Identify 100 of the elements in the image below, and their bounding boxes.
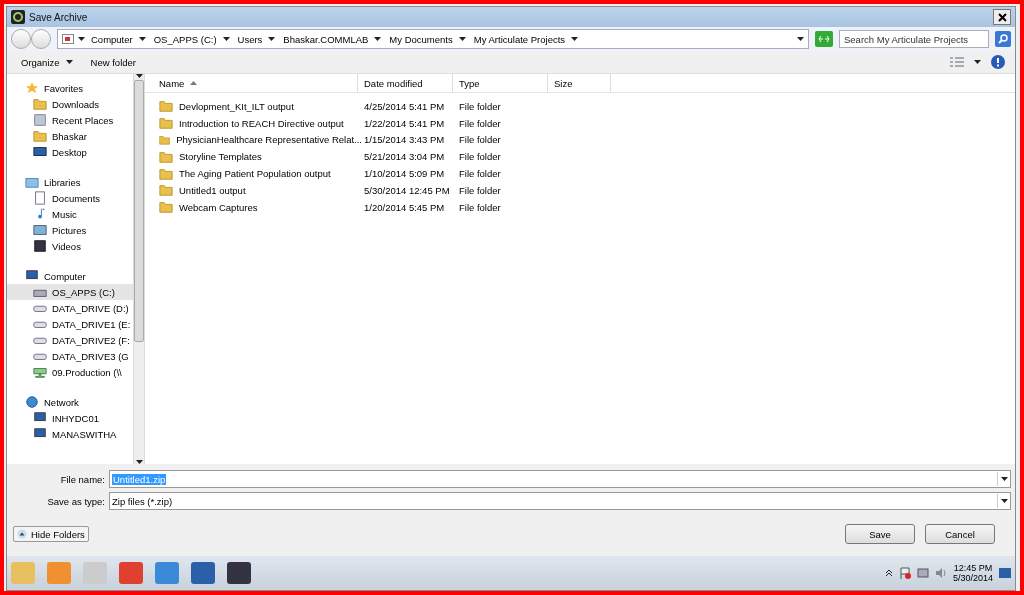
breadcrumb[interactable]: OS_APPS (C:)	[151, 33, 232, 45]
scroll-up-icon	[135, 74, 143, 78]
type-cell-text: File folder	[458, 117, 502, 129]
sidebar-item[interactable]: DATA_DRIVE1 (E:	[7, 316, 133, 332]
scroll-down-icon	[135, 460, 143, 464]
speaker-icon[interactable]	[934, 567, 947, 579]
date-cell-text: 1/10/2014 5:09 PM	[363, 168, 446, 180]
sidebar-item[interactable]: MANASWITHA	[7, 426, 133, 442]
sidebar-group[interactable]: Network	[7, 394, 133, 410]
chevron-up-icon[interactable]	[884, 569, 893, 577]
document-icon	[33, 191, 47, 205]
sidebar-item[interactable]: Music	[7, 206, 133, 222]
folder-icon	[159, 183, 173, 198]
sidebar-group[interactable]: Computer	[7, 268, 133, 284]
refresh-icon[interactable]	[815, 31, 833, 47]
date-cell-text: 4/25/2014 5:41 PM	[363, 100, 446, 112]
window-title: Save Archive	[29, 11, 89, 23]
type-cell-text: File folder	[458, 151, 502, 163]
sidebar-item[interactable]: 09.Production (\\	[7, 364, 133, 380]
breadcrumb[interactable]: My Documents	[387, 33, 468, 45]
sidebar-item[interactable]: OS_APPS (C:)	[7, 284, 133, 300]
search-icon[interactable]	[995, 31, 1011, 47]
sidebar-item[interactable]: Bhaskar	[7, 128, 133, 144]
caret-icon	[138, 37, 146, 41]
sidebar-item[interactable]: Recent Places	[7, 112, 133, 128]
close-icon	[997, 12, 1007, 22]
field-label: Save as type:	[46, 495, 105, 507]
close-button[interactable]	[993, 9, 1011, 25]
breadcrumb[interactable]: Bhaskar.COMMLAB	[281, 33, 384, 45]
file-name[interactable]: PhysicianHealthcare Representative Relat...	[157, 133, 362, 147]
sidebar-item[interactable]: Downloads	[7, 96, 133, 112]
sidebar-item[interactable]: Desktop	[7, 144, 133, 160]
address-bar[interactable]: Computer OS_APPS (C:) Users Bhaskar.COMMLAB My Documents My Articulate Projects	[57, 29, 809, 49]
taskbar-app-icon[interactable]	[11, 562, 35, 584]
sidebar-item[interactable]: INHYDC01	[7, 410, 133, 426]
breadcrumb[interactable]: My Articulate Projects	[471, 33, 581, 45]
file-name[interactable]: Storyline Templates	[157, 149, 362, 164]
caret-icon	[571, 37, 579, 41]
sidebar-group[interactable]: Libraries	[7, 174, 133, 190]
caret-icon	[268, 37, 276, 41]
sidebar-group[interactable]: Favorites	[7, 80, 133, 96]
taskbar-app-icon[interactable]	[227, 562, 251, 584]
breadcrumb[interactable]: Users	[235, 33, 278, 45]
network-icon[interactable]	[916, 567, 929, 579]
taskbar-app-icon[interactable]	[191, 562, 215, 584]
column-header[interactable]: Date modified	[358, 74, 453, 92]
clock[interactable]: 12:45 PM 5/30/2014	[952, 563, 993, 583]
date-cell-text: 5/21/2014 3:04 PM	[363, 151, 446, 163]
folder-icon	[159, 116, 173, 131]
column-header[interactable]: Name	[153, 74, 358, 92]
toolbar-button[interactable]: New folder	[86, 56, 140, 68]
search-field[interactable]: Search My Articulate Projects	[839, 30, 989, 48]
view-options-icon[interactable]	[950, 57, 964, 67]
back-button[interactable]	[11, 29, 31, 49]
file-name[interactable]: Webcam Captures	[157, 200, 362, 215]
flag-icon[interactable]	[898, 567, 911, 579]
type-cell-text: File folder	[458, 134, 502, 146]
forward-button[interactable]	[31, 29, 51, 49]
breadcrumb[interactable]: Computer	[89, 33, 148, 45]
sidebar-item[interactable]: Pictures	[7, 222, 133, 238]
folder-icon	[159, 133, 171, 147]
sidebar-item[interactable]: Videos	[7, 238, 133, 254]
file-name[interactable]: Introduction to REACH Directive output	[157, 116, 362, 131]
caret-icon	[222, 37, 230, 41]
view-caret-icon	[974, 60, 981, 64]
type-cell-text: File folder	[458, 100, 502, 112]
film-icon	[33, 239, 47, 253]
sidebar-item[interactable]: Documents	[7, 190, 133, 206]
folder-icon	[33, 97, 47, 111]
field-label: File name:	[59, 473, 105, 485]
sidebar-item[interactable]: DATA_DRIVE2 (F:	[7, 332, 133, 348]
save-button[interactable]: Save	[845, 524, 915, 544]
taskbar-app-icon[interactable]	[119, 562, 143, 584]
folder-icon	[159, 200, 173, 215]
recent-places-icon	[33, 113, 47, 127]
file-name[interactable]: Devlopment_KIt_ILT output	[157, 99, 362, 114]
hide-folders-button[interactable]: Hide Folders	[13, 526, 89, 542]
caret-icon	[374, 37, 382, 41]
type-cell-text: File folder	[458, 201, 502, 213]
taskbar-app-icon[interactable]	[155, 562, 179, 584]
file-type-dropdown[interactable]: Zip files (*.zip)	[109, 492, 1011, 510]
cancel-button[interactable]: Cancel	[925, 524, 995, 544]
collapse-icon	[17, 529, 27, 539]
sidebar-item[interactable]: DATA_DRIVE3 (G	[7, 348, 133, 364]
column-header[interactable]: Size	[548, 74, 611, 92]
location-icon	[62, 34, 74, 44]
file-name[interactable]: The Aging Patient Population output	[157, 166, 362, 181]
organize-menu[interactable]: Organize	[17, 56, 77, 68]
sidebar-item[interactable]: DATA_DRIVE (D:)	[7, 300, 133, 316]
column-header[interactable]: Type	[453, 74, 548, 92]
app-logo-icon	[11, 10, 25, 24]
type-cell-text: File folder	[458, 168, 502, 180]
date-cell-text: 1/20/2014 5:45 PM	[363, 201, 446, 213]
folder-icon	[159, 149, 173, 164]
caret-icon	[458, 37, 466, 41]
scrollbar[interactable]	[133, 74, 144, 464]
taskbar-app-icon[interactable]	[47, 562, 71, 584]
date-cell-text: 1/15/2014 3:43 PM	[363, 134, 446, 146]
folder-icon	[159, 99, 173, 114]
file-name[interactable]: Untitled1 output	[157, 183, 362, 198]
